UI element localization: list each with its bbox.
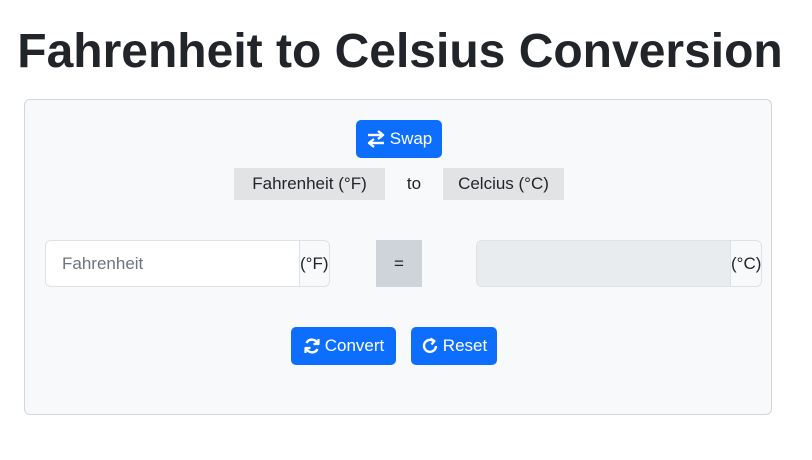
convert-button-label: Convert bbox=[324, 336, 385, 355]
swap-button[interactable]: Swap bbox=[356, 120, 442, 158]
fahrenheit-input-group: (°F) bbox=[45, 240, 330, 287]
equals-sign: = bbox=[376, 240, 422, 287]
celsius-output-group: (°C) bbox=[476, 240, 763, 287]
page-title: Fahrenheit to Celsius Conversion bbox=[17, 25, 783, 78]
fahrenheit-input[interactable] bbox=[45, 240, 299, 287]
reset-button[interactable]: Reset bbox=[411, 327, 497, 365]
convert-button[interactable]: Convert bbox=[291, 327, 396, 365]
to-unit-label: Celcius (°C) bbox=[443, 168, 564, 200]
reset-button-label: Reset bbox=[442, 336, 488, 355]
refresh-icon bbox=[303, 337, 321, 355]
celsius-unit-addon: (°C) bbox=[730, 240, 763, 287]
converter-card: Swap Fahrenheit (°F) to Celcius (°C) (°F… bbox=[24, 99, 772, 415]
swap-arrows-icon bbox=[366, 130, 386, 148]
celsius-output bbox=[476, 240, 730, 287]
reset-icon bbox=[421, 337, 439, 355]
from-unit-label: Fahrenheit (°F) bbox=[234, 168, 385, 200]
to-word: to bbox=[406, 174, 422, 193]
fahrenheit-unit-addon: (°F) bbox=[299, 240, 330, 287]
swap-button-label: Swap bbox=[389, 129, 433, 148]
